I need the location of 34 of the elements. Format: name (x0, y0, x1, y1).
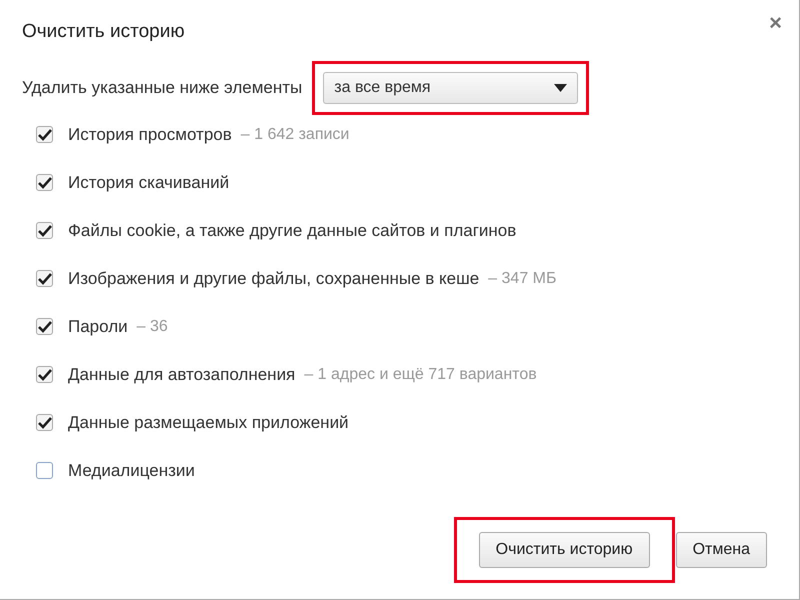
item-label: История скачиваний (68, 172, 230, 194)
checkbox[interactable] (36, 174, 53, 191)
item-detail: – 36 (136, 316, 168, 336)
dropdown-arrow-icon (554, 84, 568, 92)
checkbox[interactable] (36, 462, 53, 479)
checkbox[interactable] (36, 318, 53, 335)
checkmark-icon (38, 416, 52, 428)
checkmark-icon (38, 176, 52, 188)
item-label: Медиалицензии (68, 460, 195, 482)
checkbox[interactable] (36, 414, 53, 431)
item-detail: – 1 642 записи (240, 124, 350, 144)
checkmark-icon (38, 320, 52, 332)
checkmark-icon (38, 368, 52, 380)
item-label: История просмотров (68, 124, 232, 146)
checkmark-icon (38, 272, 52, 284)
item-label: Пароли (68, 316, 128, 338)
dialog-title: Очистить историю (22, 20, 185, 44)
range-dropdown[interactable]: за все время (323, 72, 578, 104)
checkbox[interactable] (36, 126, 53, 143)
checkmark-icon (38, 224, 52, 236)
item-label: Данные размещаемых приложений (68, 412, 349, 434)
dialog-button[interactable]: Отмена (676, 532, 767, 568)
checkbox[interactable] (36, 270, 53, 287)
checkmark-icon (38, 128, 52, 140)
item-label: Данные для автозаполнения (68, 364, 296, 386)
item-label: Файлы cookie, а также другие данные сайтов и плагинов (68, 220, 516, 242)
item-detail: – 1 адрес и ещё 717 вариантов (304, 364, 537, 384)
checkbox[interactable] (36, 366, 53, 383)
item-label: Изображения и другие файлы, сохраненные в кеше (68, 268, 480, 290)
range-label: Удалить указанные ниже элементы (22, 76, 302, 99)
close-button[interactable]: × (769, 12, 782, 34)
dialog-button[interactable]: Очистить историю (478, 532, 650, 568)
item-detail: – 347 МБ (488, 268, 556, 288)
checkbox[interactable] (36, 222, 53, 239)
